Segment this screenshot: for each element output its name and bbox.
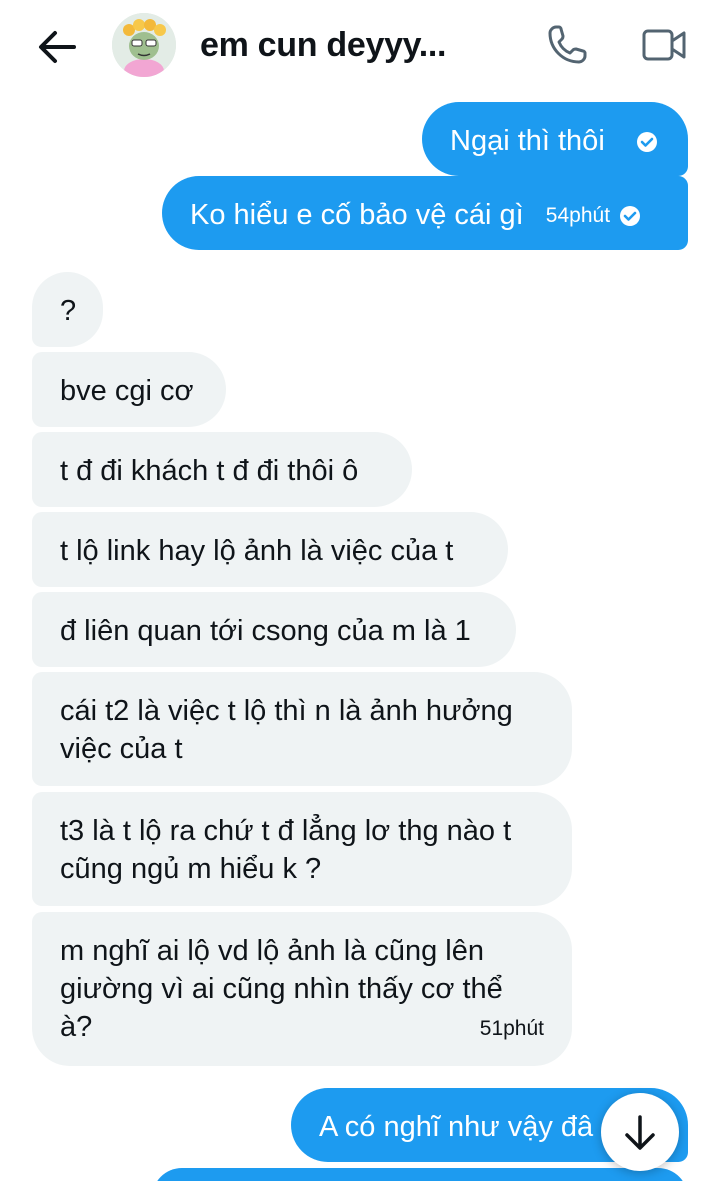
message-meta	[627, 132, 657, 153]
message-text-line: cái t2 là việc t lộ thì n là ảnh hưởng	[60, 695, 513, 727]
message-list[interactable]: Ngại thì thôi Ko hiểu e cố bảo vệ cái gì…	[0, 96, 720, 1181]
message-text-line: cũng ngủ m hiểu k ?	[60, 853, 322, 885]
message-bubble[interactable]: t lộ link hay lộ ảnh là việc của t	[32, 512, 508, 587]
message-bubble[interactable]: cái t2 là việc t lộ thì n là ảnh hưởng v…	[32, 672, 572, 786]
scroll-to-bottom-button[interactable]	[601, 1093, 679, 1171]
message-text: Ko hiểu e cố bảo vệ cái gì	[190, 199, 524, 231]
avatar[interactable]	[112, 13, 176, 77]
video-call-button[interactable]	[641, 27, 687, 63]
message-time: 51phút	[479, 1017, 544, 1040]
video-camera-icon	[642, 29, 686, 61]
call-button[interactable]	[546, 22, 590, 66]
contact-name[interactable]: em cun deyyy...	[200, 26, 447, 65]
message-text: A có nghĩ như vậy đâ	[319, 1111, 594, 1143]
message-bubble[interactable]: Ko hiểu e cố bảo vệ cái gì 54phút	[162, 176, 688, 250]
message-meta: 54phút	[545, 197, 641, 235]
message-text-line: à?	[60, 1011, 93, 1043]
message-text-line: việc của t	[60, 733, 183, 765]
phone-icon	[548, 25, 587, 64]
message-text: Ngại thì thôi	[450, 125, 605, 157]
message-text-line: t3 là t lộ ra chứ t đ lẳng lơ thg nào t	[60, 815, 512, 847]
arrow-down-icon	[625, 1115, 655, 1150]
message-text: ?	[60, 295, 77, 327]
message-text: bve cgi cơ	[60, 375, 194, 407]
message-text: t lộ link hay lộ ảnh là việc của t	[60, 535, 454, 567]
message-bubble[interactable]: m nghĩ ai lộ vd lộ ảnh là cũng lên giườn…	[32, 912, 572, 1066]
message-bubble[interactable]: t đ đi khách t đ đi thôi ô	[32, 432, 412, 507]
message-text: t đ đi khách t đ đi thôi ô	[60, 455, 359, 487]
chat-header: em cun deyyy...	[0, 0, 720, 96]
message-bubble[interactable]: Ngại thì thôi	[422, 102, 688, 176]
message-bubble[interactable]: ?	[32, 272, 103, 347]
message-text-line: m nghĩ ai lộ vd lộ ảnh là cũng lên	[60, 935, 484, 967]
message-bubble[interactable]: t3 là t lộ ra chứ t đ lẳng lơ thg nào t …	[32, 792, 572, 906]
check-circle-icon	[636, 132, 657, 153]
message-bubble[interactable]: đ liên quan tới csong của m là 1	[32, 592, 516, 667]
message-text: đ liên quan tới csong của m là 1	[60, 615, 471, 647]
message-bubble[interactable]: bve cgi cơ	[32, 352, 226, 427]
check-circle-icon	[620, 206, 641, 227]
message-time: 54phút	[545, 204, 611, 228]
message-text-line: giường vì ai cũng nhìn thấy cơ thể	[60, 973, 503, 1005]
arrow-left-icon	[39, 31, 76, 63]
back-button[interactable]	[34, 24, 80, 70]
